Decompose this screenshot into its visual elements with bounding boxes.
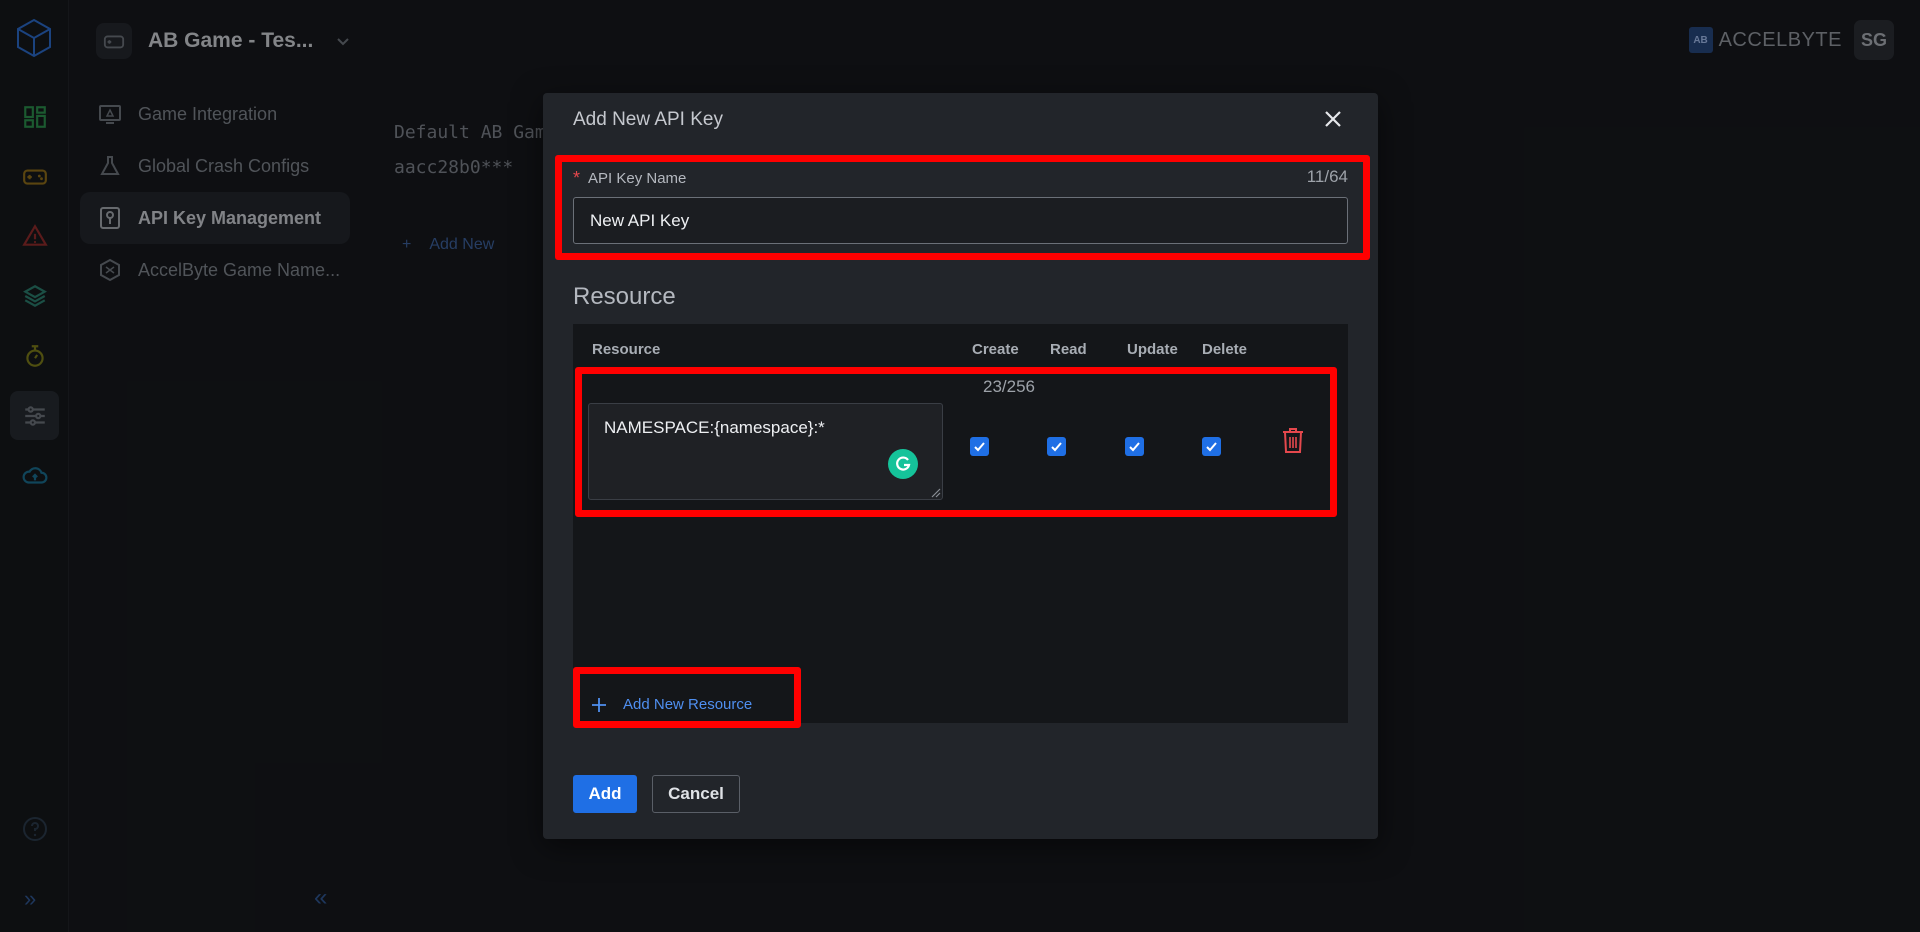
- resource-counter: 23/256: [983, 377, 1035, 396]
- close-icon: [1325, 111, 1341, 127]
- trash-icon[interactable]: [1281, 426, 1305, 454]
- api-key-name-label: * API Key Name: [573, 168, 686, 189]
- delete-checkbox[interactable]: [1202, 437, 1221, 456]
- api-key-name-counter: 11/64: [1306, 167, 1348, 186]
- create-checkbox[interactable]: [970, 437, 989, 456]
- column-header-delete: Delete: [1202, 341, 1248, 358]
- check-icon: [1129, 442, 1140, 452]
- update-checkbox[interactable]: [1125, 437, 1144, 456]
- resource-table: Resource Create Read Update Delete 23/25…: [573, 324, 1348, 723]
- api-key-name-label-text: API Key Name: [588, 170, 687, 187]
- plus-icon: [592, 697, 606, 712]
- required-mark: *: [573, 168, 581, 188]
- grammarly-icon[interactable]: [888, 449, 918, 479]
- read-checkbox[interactable]: [1047, 437, 1066, 456]
- resource-section-title: Resource: [573, 283, 676, 310]
- resize-grip-icon[interactable]: [931, 488, 941, 498]
- column-header-create: Create: [972, 341, 1019, 358]
- add-new-resource-label: Add New Resource: [623, 696, 753, 713]
- column-header-read: Read: [1050, 341, 1087, 358]
- check-icon: [1206, 442, 1217, 452]
- add-api-key-dialog: Add New API Key * API Key Name 11/64 Res…: [543, 93, 1378, 839]
- api-key-name-input[interactable]: [573, 197, 1348, 244]
- close-button[interactable]: [1320, 106, 1346, 132]
- dialog-title: Add New API Key: [573, 109, 723, 130]
- add-button[interactable]: Add: [573, 775, 637, 813]
- check-icon: [1051, 442, 1062, 452]
- cancel-button[interactable]: Cancel: [652, 775, 740, 813]
- add-new-resource-button[interactable]: Add New Resource: [591, 696, 752, 713]
- check-icon: [974, 442, 985, 452]
- column-header-update: Update: [1127, 341, 1178, 358]
- resource-input[interactable]: NAMESPACE:{namespace}:*: [588, 403, 943, 500]
- column-header-resource: Resource: [592, 341, 661, 358]
